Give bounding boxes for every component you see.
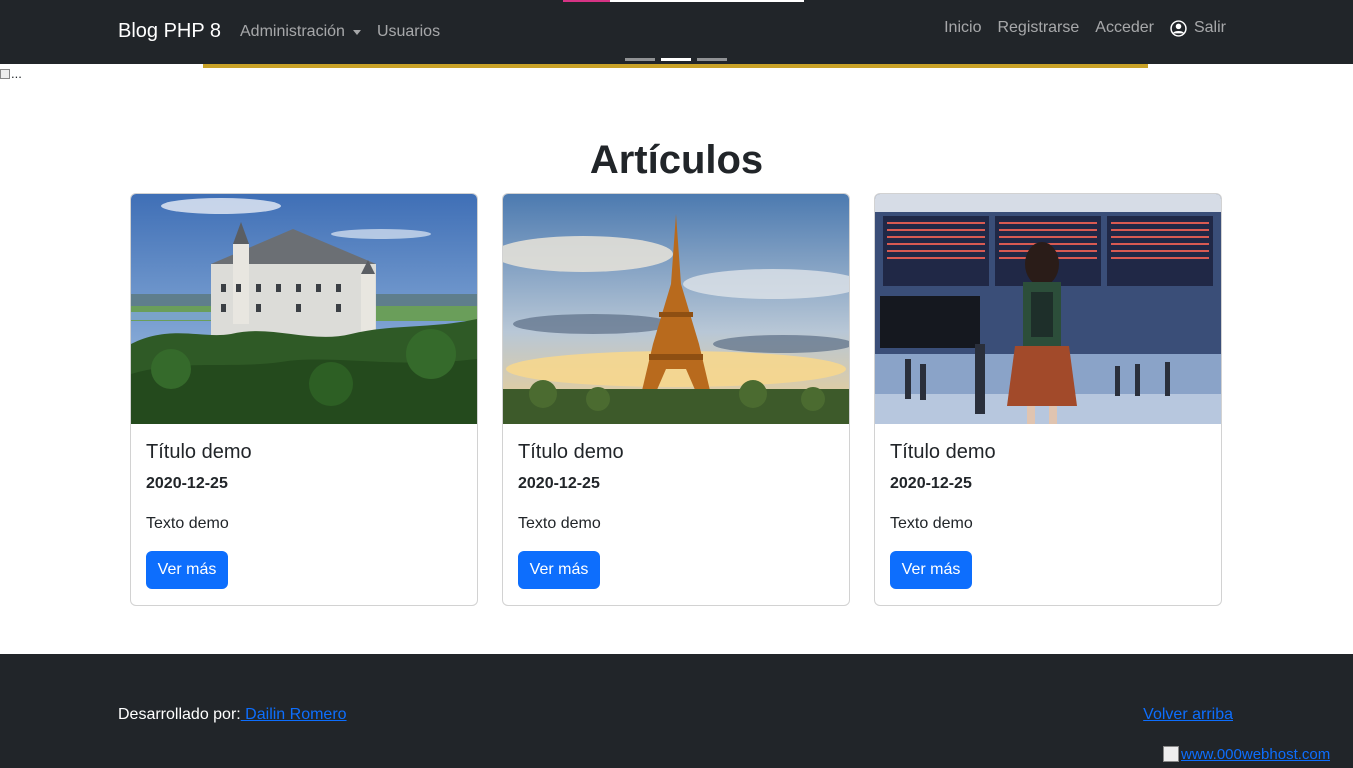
nav-item-salir[interactable]: Salir <box>1170 19 1226 37</box>
broken-image-icon <box>1163 746 1179 762</box>
article-card: Título demo 2020-12-25 Texto demo Ver má… <box>874 193 1222 606</box>
nav-item-registrarse[interactable]: Registrarse <box>997 19 1079 37</box>
carousel-accent-bar <box>203 64 1148 68</box>
page-title: Artículos <box>589 138 764 182</box>
host-badge-label: www.000webhost.com <box>1181 745 1331 763</box>
host-badge-link[interactable]: www.000webhost.com <box>1163 744 1330 764</box>
card-title: Título demo <box>518 441 624 463</box>
back-to-top-link[interactable]: Volver arriba <box>1143 706 1233 723</box>
card-title: Título demo <box>146 441 252 463</box>
carousel-indicator[interactable] <box>697 58 727 61</box>
card-title: Título demo <box>890 441 996 463</box>
article-card: Título demo 2020-12-25 Texto demo Ver má… <box>130 193 478 606</box>
developed-by-label: Desarrollado por: <box>118 706 241 723</box>
card-date: 2020-12-25 <box>146 475 228 492</box>
card-date: 2020-12-25 <box>518 475 600 492</box>
carousel-indicator-active[interactable] <box>661 58 691 61</box>
ver-mas-button[interactable]: Ver más <box>890 551 972 589</box>
user-circle-icon <box>1170 19 1187 37</box>
card-date: 2020-12-25 <box>890 475 972 492</box>
author-link[interactable]: Dailin Romero <box>241 706 346 723</box>
nav-item-usuarios[interactable]: Usuarios <box>377 23 440 41</box>
footer: Desarrollado por: Dailin Romero Volver a… <box>0 654 1353 768</box>
caret-down-icon <box>352 29 361 35</box>
card-image-castle <box>131 194 477 424</box>
card-text: Texto demo <box>890 515 973 532</box>
navbar: Blog PHP 8 Administración Usuarios Inici… <box>0 0 1353 64</box>
brand-link[interactable]: Blog PHP 8 <box>118 20 221 43</box>
nav-left: Administración Usuarios <box>240 23 440 41</box>
card-image-airport <box>875 194 1221 424</box>
footer-back-to-top: Volver arriba <box>1143 706 1233 724</box>
nav-item-label: Salir <box>1193 19 1226 36</box>
ver-mas-button[interactable]: Ver más <box>146 551 228 589</box>
nav-item-label: Administración <box>240 23 345 40</box>
card-text: Texto demo <box>146 515 229 532</box>
card-image-eiffel-tower <box>503 194 849 424</box>
nav-item-administracion[interactable]: Administración <box>240 23 361 41</box>
nav-item-acceder[interactable]: Acceder <box>1095 19 1154 37</box>
carousel-indicators <box>625 58 727 61</box>
nav-right: Inicio Registrarse Acceder Salir <box>944 19 1226 37</box>
broken-image-alt: ... <box>11 66 22 81</box>
ver-mas-button[interactable]: Ver más <box>518 551 600 589</box>
article-card: Título demo 2020-12-25 Texto demo Ver má… <box>502 193 850 606</box>
carousel-indicator[interactable] <box>625 58 655 61</box>
nav-item-inicio[interactable]: Inicio <box>944 19 981 37</box>
footer-credits: Desarrollado por: Dailin Romero <box>118 706 347 724</box>
broken-image-icon <box>0 68 10 79</box>
card-text: Texto demo <box>518 515 601 532</box>
nav-top-strip <box>563 0 804 2</box>
carousel-broken-image: ... <box>0 66 22 81</box>
